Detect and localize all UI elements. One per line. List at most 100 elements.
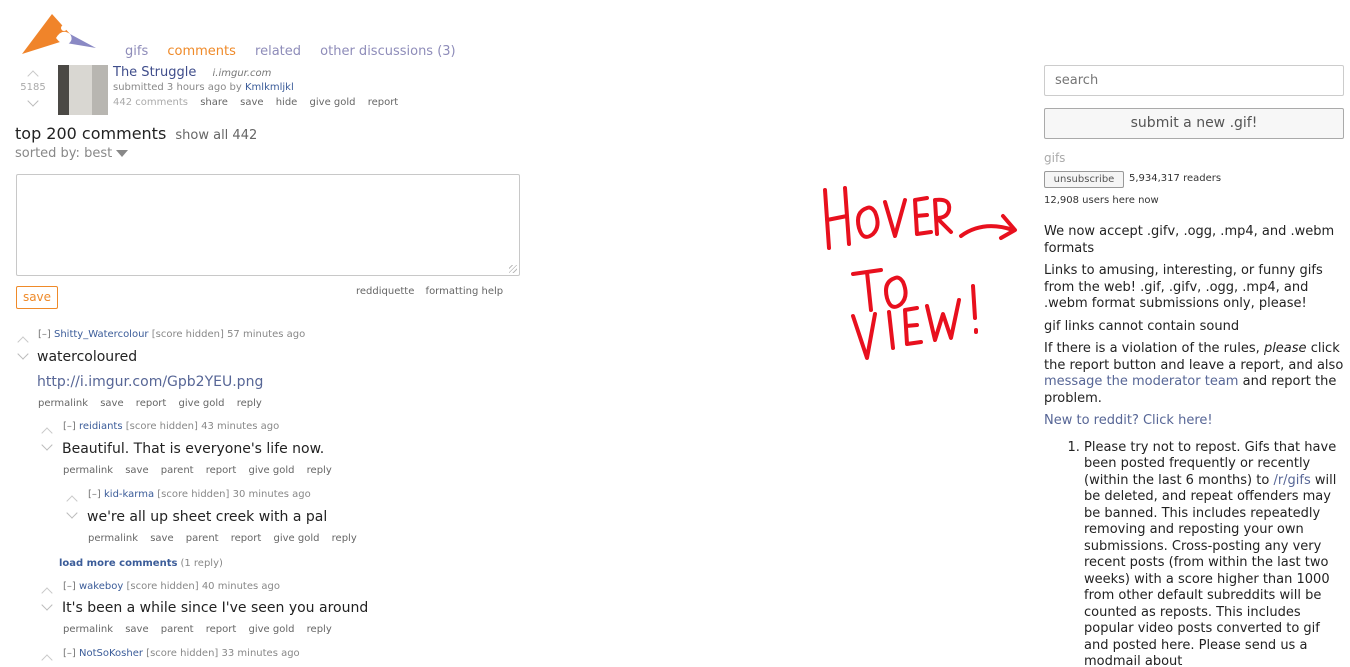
new-to-reddit-link[interactable]: New to reddit? Click here!	[1044, 413, 1346, 430]
comments-count-link[interactable]: 442 comments	[113, 97, 188, 108]
readers-count: 5,934,317 readers	[1129, 173, 1222, 184]
score-hidden: [score hidden]	[125, 421, 198, 432]
comment-author[interactable]: NotSoKosher	[79, 648, 143, 659]
comment-link[interactable]: http://i.imgur.com/Gpb2YEU.png	[37, 374, 263, 390]
collapse-toggle[interactable]: [–]	[38, 329, 51, 340]
formatting-help-link[interactable]: formatting help	[426, 286, 504, 297]
parent-button[interactable]: parent	[161, 465, 194, 476]
save-button[interactable]: save	[150, 533, 173, 544]
comment-tagline: [–] reidiants [score hidden] 43 minutes …	[63, 421, 279, 432]
save-post-button[interactable]: save	[240, 97, 263, 108]
save-comment-button[interactable]: save	[16, 286, 58, 309]
post-score: 5185	[20, 82, 46, 93]
comment-body: watercoloured	[37, 349, 138, 365]
report-button[interactable]: report	[206, 465, 237, 476]
save-button[interactable]: save	[125, 624, 148, 635]
report-button[interactable]: report	[206, 624, 237, 635]
comment-author[interactable]: Shitty_Watercolour	[54, 329, 149, 340]
sidebar-p4-a: If there is a violation of the rules,	[1044, 341, 1260, 356]
upvote-icon[interactable]	[17, 336, 29, 348]
comment-buttons: permalink save parent report give gold r…	[88, 533, 366, 544]
report-button[interactable]: report	[231, 533, 262, 544]
downvote-icon[interactable]	[41, 599, 53, 611]
save-button[interactable]: save	[125, 465, 148, 476]
parent-button[interactable]: parent	[161, 624, 194, 635]
comment-author[interactable]: reidiants	[79, 421, 123, 432]
dropdown-caret-icon	[116, 150, 129, 157]
collapse-toggle[interactable]: [–]	[63, 421, 76, 432]
collapse-toggle[interactable]: [–]	[63, 648, 76, 659]
rules-list: Please try not to repost. Gifs that have…	[1084, 440, 1346, 667]
submit-gif-button[interactable]: submit a new .gif!	[1044, 108, 1344, 139]
tab-other-discussions[interactable]: other discussions (3)	[320, 44, 455, 59]
collapse-toggle[interactable]: [–]	[63, 581, 76, 592]
score-hidden: [score hidden]	[126, 581, 199, 592]
post-author[interactable]: Kmlkmljkl	[245, 82, 294, 93]
score-hidden: [score hidden]	[146, 648, 219, 659]
upvote-icon[interactable]	[41, 427, 53, 439]
comment-tagline: [–] wakeboy [score hidden] 40 minutes ag…	[63, 581, 280, 592]
sort-dropdown[interactable]: sorted by: best	[15, 146, 129, 161]
upvote-icon[interactable]	[41, 587, 53, 599]
post-title[interactable]: The Struggle	[113, 65, 196, 80]
comment-textarea[interactable]	[16, 174, 520, 276]
reddiquette-link[interactable]: reddiquette	[356, 286, 414, 297]
reply-button[interactable]: reply	[307, 624, 332, 635]
comment-buttons: permalink save parent report give gold r…	[63, 624, 341, 635]
reply-button[interactable]: reply	[237, 398, 262, 409]
reddit-logo[interactable]	[20, 12, 98, 58]
report-button[interactable]: report	[368, 97, 399, 108]
subreddit-name[interactable]: gifs	[1044, 151, 1065, 165]
give-gold-button[interactable]: give gold	[274, 533, 320, 544]
sidebar-p3: gif links cannot contain sound	[1044, 318, 1240, 334]
share-button[interactable]: share	[200, 97, 228, 108]
resize-grip-icon[interactable]	[509, 265, 517, 273]
load-more-label[interactable]: load more comments	[59, 558, 177, 569]
give-gold-button[interactable]: give gold	[310, 97, 356, 108]
help-links: reddiquette formatting help	[356, 286, 511, 297]
post-buttons: 442 comments share save hide give gold r…	[113, 97, 407, 108]
load-more-comments[interactable]: load more comments (1 reply)	[59, 558, 223, 569]
show-all-link[interactable]: show all 442	[175, 128, 257, 143]
permalink-button[interactable]: permalink	[63, 465, 113, 476]
users-online: 12,908 users here now	[1044, 195, 1159, 206]
reply-button[interactable]: reply	[307, 465, 332, 476]
message-moderators-link[interactable]: message the moderator team	[1044, 374, 1238, 389]
downvote-icon[interactable]	[41, 439, 53, 451]
comment-body: we're all up sheet creek with a pal	[87, 509, 328, 525]
save-button[interactable]: save	[100, 398, 123, 409]
post-domain[interactable]: i.imgur.com	[213, 68, 272, 79]
upvote-icon[interactable]	[27, 70, 39, 82]
comment-tagline: [–] Shitty_Watercolour [score hidden] 57…	[38, 329, 305, 340]
tab-related[interactable]: related	[255, 44, 301, 59]
hide-button[interactable]: hide	[276, 97, 298, 108]
unsubscribe-button[interactable]: unsubscribe	[1044, 171, 1124, 188]
parent-button[interactable]: parent	[186, 533, 219, 544]
post-thumbnail[interactable]	[58, 65, 108, 115]
upvote-icon[interactable]	[66, 495, 78, 507]
give-gold-button[interactable]: give gold	[249, 624, 295, 635]
search-input[interactable]	[1044, 65, 1344, 96]
permalink-button[interactable]: permalink	[38, 398, 88, 409]
sidebar-p1: We now accept .gifv, .ogg, .mp4, and .we…	[1044, 224, 1335, 256]
tab-comments[interactable]: comments	[167, 44, 236, 59]
load-more-count: (1 reply)	[180, 558, 223, 569]
comment-author[interactable]: wakeboy	[79, 581, 123, 592]
downvote-icon[interactable]	[17, 348, 29, 360]
permalink-button[interactable]: permalink	[63, 624, 113, 635]
downvote-icon[interactable]	[66, 507, 78, 519]
tab-gifs[interactable]: gifs	[125, 44, 148, 59]
gifs-subreddit-link[interactable]: /r/gifs	[1273, 473, 1310, 488]
report-button[interactable]: report	[136, 398, 167, 409]
upvote-icon[interactable]	[41, 654, 53, 666]
downvote-icon[interactable]	[27, 95, 39, 107]
comment-author[interactable]: kid-karma	[104, 489, 154, 500]
give-gold-button[interactable]: give gold	[179, 398, 225, 409]
collapse-toggle[interactable]: [–]	[88, 489, 101, 500]
permalink-button[interactable]: permalink	[88, 533, 138, 544]
sidebar-p4-em: please	[1263, 341, 1307, 356]
reply-button[interactable]: reply	[332, 533, 357, 544]
score-hidden: [score hidden]	[157, 489, 230, 500]
comment-buttons: permalink save report give gold reply	[38, 398, 271, 409]
give-gold-button[interactable]: give gold	[249, 465, 295, 476]
